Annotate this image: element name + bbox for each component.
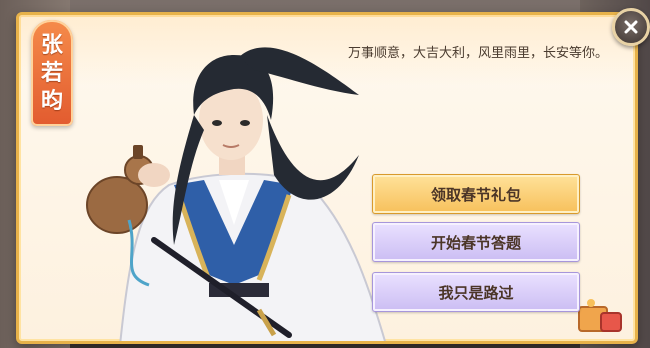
npc-name-banner: 张 若 昀 — [31, 20, 73, 126]
claim-gift-button[interactable]: 领取春节礼包 — [372, 174, 580, 214]
npc-portrait — [86, 47, 386, 341]
festival-ornament-icon — [578, 299, 622, 332]
close-icon — [624, 20, 638, 34]
npc-name-char: 昀 — [40, 89, 63, 114]
npc-name-char: 若 — [40, 61, 63, 86]
close-button[interactable] — [612, 8, 650, 46]
start-quiz-button[interactable]: 开始春节答题 — [372, 222, 580, 262]
npc-name-char: 张 — [40, 33, 63, 58]
pass-by-button[interactable]: 我只是路过 — [372, 272, 580, 312]
dialogue-text: 万事顺意，大吉大利，风里雨里，长安等你。 — [348, 46, 609, 61]
